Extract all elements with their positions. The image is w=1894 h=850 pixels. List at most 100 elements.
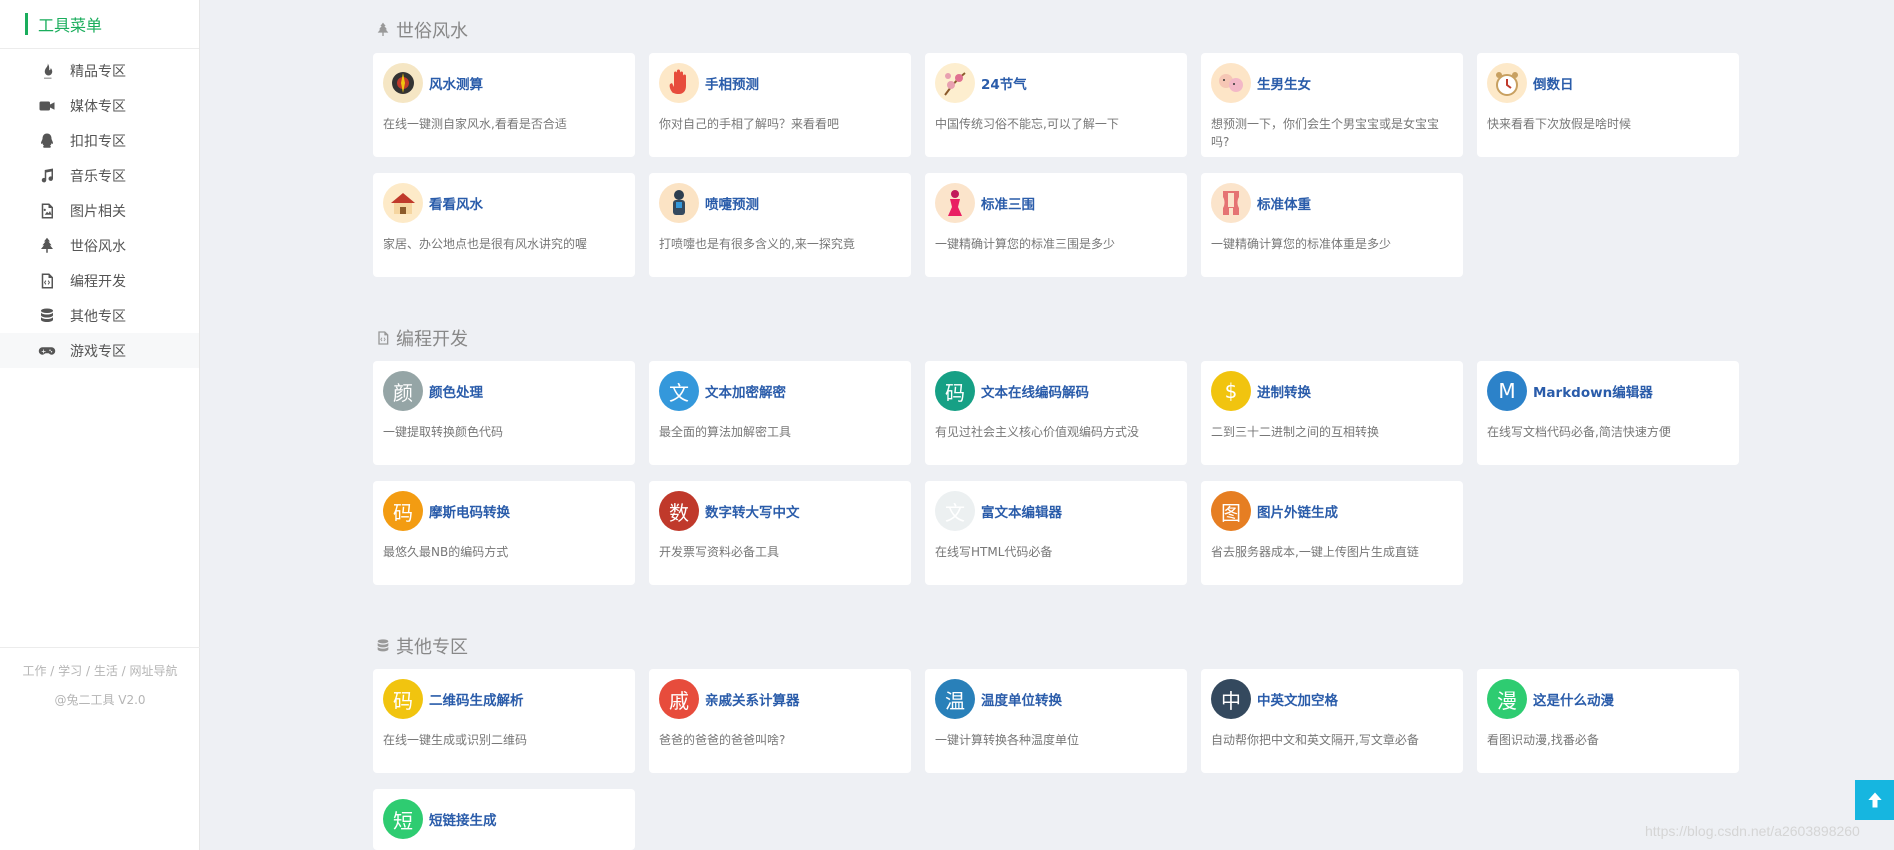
sidebar-item-label: 编程开发	[70, 273, 126, 290]
tool-card-qrcode[interactable]: 码二维码生成解析 在线一键生成或识别二维码	[373, 669, 635, 773]
tool-card-desc: 一键精确计算您的标准三围是多少	[935, 237, 1116, 251]
tool-card-name: 24节气	[981, 77, 1027, 93]
sidebar-item-qq[interactable]: 扣扣专区	[0, 123, 199, 158]
tool-card-rich-text[interactable]: 文富文本编辑器 在线写HTML代码必备	[925, 481, 1187, 585]
sidebar-title: 工具菜单	[38, 16, 103, 35]
fire-icon	[36, 60, 58, 82]
tool-card-color[interactable]: 颜颜色处理 一键提取转换颜色代码	[373, 361, 635, 465]
tool-card-solar-terms[interactable]: 24节气 中国传统习俗不能忘,可以了解一下	[925, 53, 1187, 157]
tool-card-number-chinese[interactable]: 数数字转大写中文 开发票写资料必备工具	[649, 481, 911, 585]
tool-card-name: 生男生女	[1257, 77, 1311, 93]
avatar-glyph: 码	[383, 679, 423, 719]
tool-card-name: 手相预测	[705, 77, 759, 93]
tool-card-home-fengshui[interactable]: 看看风水 家居、办公地点也是很有风水讲究的喔	[373, 173, 635, 277]
tool-card-name: 亲戚关系计算器	[705, 693, 800, 709]
palm-hand-icon	[659, 63, 699, 103]
sidebar-header: 工具菜单	[0, 0, 199, 49]
babies-icon	[1211, 63, 1251, 103]
sidebar-item-label: 精品专区	[70, 63, 126, 80]
tool-card-desc: 在线一键测自家风水,看看是否合适	[383, 117, 567, 131]
plum-blossom-icon	[935, 63, 975, 103]
tool-card-fengshui-calc[interactable]: 风水测算 在线一键测自家风水,看看是否合适	[373, 53, 635, 157]
tool-card-desc: 最悠久最NB的编码方式	[383, 545, 509, 559]
tool-card-sneeze[interactable]: 喷嚏预测 打喷嚏也是有很多含义的,来一探究竟	[649, 173, 911, 277]
tool-card-desc: 爸爸的爸爸的爸爸叫啥?	[659, 733, 786, 747]
tool-card-name: 数字转大写中文	[705, 505, 800, 521]
section-title-programming: 编程开发	[374, 325, 468, 351]
tool-card-desc: 你对自己的手相了解吗？来看看吧	[659, 117, 840, 131]
tool-card-desc: 在线写HTML代码必备	[935, 545, 1053, 559]
tool-card-desc: 自动帮你把中文和英文隔开,写文章必备	[1211, 733, 1419, 747]
tool-card-name: 短链接生成	[429, 813, 497, 829]
tool-card-image-link[interactable]: 图图片外链生成 省去服务器成本,一键上传图片生成直链	[1201, 481, 1463, 585]
tool-card-desc: 一键计算转换各种温度单位	[935, 733, 1080, 747]
sidebar-item-media[interactable]: 媒体专区	[0, 88, 199, 123]
sidebar-item-games[interactable]: 游戏专区	[0, 333, 199, 368]
arrow-up-icon	[1865, 790, 1885, 810]
tool-card-text-encode[interactable]: 码文本在线编码解码 有见过社会主义核心价值观编码方式没	[925, 361, 1187, 465]
tool-card-temperature[interactable]: 温温度单位转换 一键计算转换各种温度单位	[925, 669, 1187, 773]
tool-card-desc: 省去服务器成本,一键上传图片生成直链	[1211, 545, 1419, 559]
tool-card-desc: 家居、办公地点也是很有风水讲究的喔	[383, 237, 588, 251]
tool-card-name: 看看风水	[429, 197, 483, 213]
avatar-glyph: 码	[935, 371, 975, 411]
tool-card-markdown[interactable]: M Markdown编辑器 在线写文档代码必备,简洁快速方便	[1477, 361, 1739, 465]
avatar-glyph: 中	[1211, 679, 1251, 719]
video-camera-icon	[36, 95, 58, 117]
tool-card-countdown[interactable]: 倒数日 快来看看下次放假是啥时候	[1477, 53, 1739, 157]
tool-card-cjk-spacing[interactable]: 中中英文加空格 自动帮你把中文和英文隔开,写文章必备	[1201, 669, 1463, 773]
tool-card-desc: 一键精确计算您的标准体重是多少	[1211, 237, 1392, 251]
section-title-text: 编程开发	[396, 329, 468, 350]
tree-icon	[36, 235, 58, 257]
sidebar-item-images[interactable]: 图片相关	[0, 193, 199, 228]
sidebar: 工具菜单 精品专区 媒体专区 扣扣专区 音乐专区 图片相关 世俗风水 编程开发 …	[0, 0, 200, 850]
section-title-other: 其他专区	[374, 633, 468, 659]
tool-card-radix[interactable]: $ 进制转换 二到三十二进制之间的互相转换	[1201, 361, 1463, 465]
tool-card-name: 图片外链生成	[1257, 505, 1338, 521]
image-file-icon	[36, 200, 58, 222]
tool-card-name: 这是什么动漫	[1533, 693, 1614, 709]
tool-card-name: 富文本编辑器	[981, 505, 1062, 521]
sidebar-item-label: 游戏专区	[70, 343, 126, 360]
tool-card-morse[interactable]: 码摩斯电码转换 最悠久最NB的编码方式	[373, 481, 635, 585]
back-to-top-button[interactable]	[1855, 780, 1894, 820]
avatar-glyph: 戚	[659, 679, 699, 719]
tool-card-desc: 在线写文档代码必备,简洁快速方便	[1487, 425, 1671, 439]
tool-card-name: 颜色处理	[429, 385, 483, 401]
sidebar-item-other[interactable]: 其他专区	[0, 298, 199, 333]
avatar-glyph: M	[1487, 371, 1527, 411]
section-title-fengshui: 世俗风水	[374, 17, 468, 43]
main-content: 世俗风水 风水测算 在线一键测自家风水,看看是否合适 手相预测 你对自己的手相了…	[200, 0, 1894, 850]
tool-card-name: 倒数日	[1533, 77, 1574, 93]
sidebar-item-fengshui[interactable]: 世俗风水	[0, 228, 199, 263]
avatar-glyph: 文	[935, 491, 975, 531]
tool-card-short-link[interactable]: 短短链接生成	[373, 789, 635, 850]
avatar-glyph: 文	[659, 371, 699, 411]
alarm-clock-icon	[1487, 63, 1527, 103]
footer-version-text: @兔二工具 V2.0	[54, 693, 146, 707]
sidebar-item-programming[interactable]: 编程开发	[0, 263, 199, 298]
tool-card-desc: 看图识动漫,找番必备	[1487, 733, 1599, 747]
tool-card-desc: 一键提取转换颜色代码	[383, 425, 504, 439]
tool-card-name: 标准体重	[1257, 197, 1311, 213]
tool-card-palm-reading[interactable]: 手相预测 你对自己的手相了解吗？来看看吧	[649, 53, 911, 157]
tool-card-baby-gender[interactable]: 生男生女 想预测一下，你们会生个男宝宝或是女宝宝吗?	[1201, 53, 1463, 157]
gamepad-icon	[36, 340, 58, 362]
avatar-glyph: $	[1211, 371, 1251, 411]
sidebar-item-featured[interactable]: 精品专区	[0, 53, 199, 88]
tool-card-desc: 快来看看下次放假是啥时候	[1487, 117, 1632, 131]
person-sneeze-icon	[659, 183, 699, 223]
avatar-glyph: 码	[383, 491, 423, 531]
avatar-glyph: 温	[935, 679, 975, 719]
tool-card-body-weight[interactable]: 标准体重 一键精确计算您的标准体重是多少	[1201, 173, 1463, 277]
tool-card-desc: 最全面的算法加解密工具	[659, 425, 792, 439]
tool-card-anime-search[interactable]: 漫这是什么动漫 看图识动漫,找番必备	[1477, 669, 1739, 773]
tool-card-body-measure[interactable]: 标准三围 一键精确计算您的标准三围是多少	[925, 173, 1187, 277]
tool-card-name: 进制转换	[1257, 385, 1311, 401]
tool-card-relatives[interactable]: 戚亲戚关系计算器 爸爸的爸爸的爸爸叫啥?	[649, 669, 911, 773]
tool-card-name: Markdown编辑器	[1533, 385, 1653, 401]
tool-card-text-crypto[interactable]: 文文本加密解密 最全面的算法加解密工具	[649, 361, 911, 465]
woman-figure-icon	[935, 183, 975, 223]
tool-card-desc: 有见过社会主义核心价值观编码方式没	[935, 425, 1140, 439]
sidebar-item-music[interactable]: 音乐专区	[0, 158, 199, 193]
